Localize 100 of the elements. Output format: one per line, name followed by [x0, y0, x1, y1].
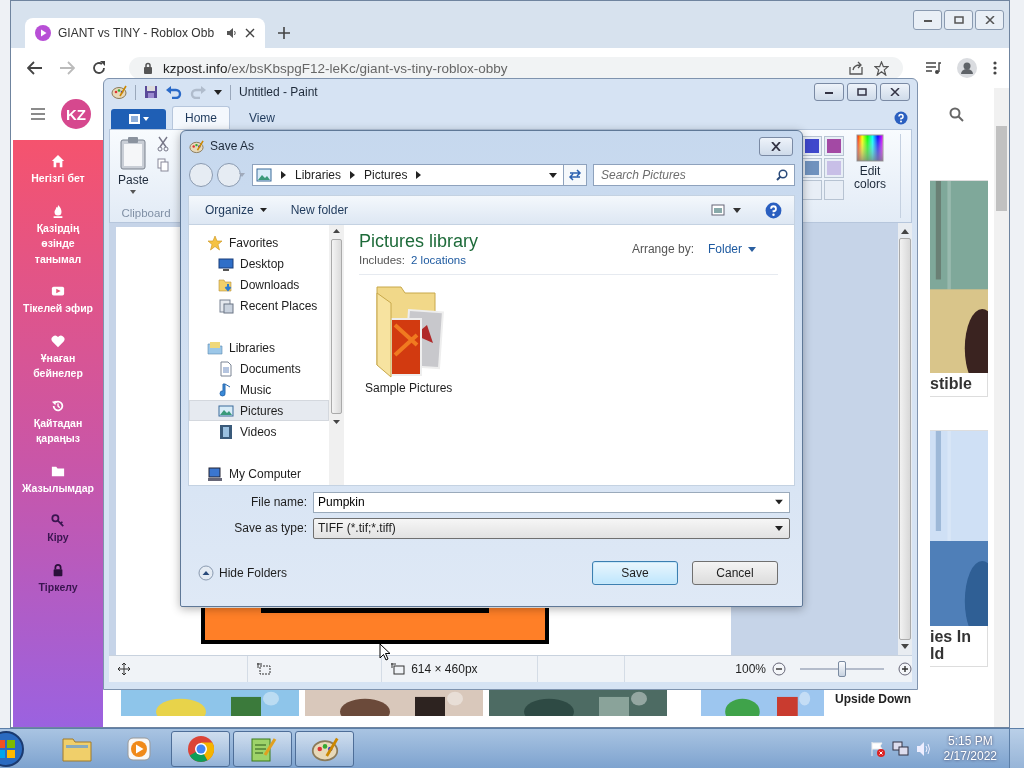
address-field[interactable]: Libraries Pictures	[252, 164, 564, 186]
close-button[interactable]	[975, 10, 1004, 30]
video-title[interactable]: Upside Down	[835, 692, 911, 706]
star-icon[interactable]	[874, 60, 889, 76]
folder-tree-item[interactable]: Documents	[189, 358, 329, 379]
edit-colors-button[interactable]: Edit colors	[850, 134, 890, 191]
folder-tree-item[interactable]: Videos	[189, 421, 329, 442]
action-center-flag-icon[interactable]	[869, 740, 886, 757]
zoom-in-icon[interactable]	[898, 662, 912, 676]
scrollbar[interactable]	[898, 223, 912, 655]
address-bar[interactable]: kzpost.info/ex/bsKbspgF12-leKc/giant-vs-tiny-roblox-obby	[129, 57, 903, 79]
folder-tree-item[interactable]: Recent Places	[189, 295, 329, 316]
tv-icon	[51, 284, 65, 298]
site-logo[interactable]: KZ	[61, 99, 91, 129]
network-icon[interactable]	[891, 740, 910, 757]
save-icon[interactable]	[144, 85, 158, 99]
save-button[interactable]: Save	[592, 561, 678, 585]
folder-tree-item[interactable]: Libraries	[189, 337, 329, 358]
sidebar-link[interactable]: Тікелей эфир	[23, 301, 93, 317]
zoom-level-text: 100%	[735, 662, 766, 676]
locations-link[interactable]: 2 locations	[411, 254, 466, 266]
maximize-button[interactable]	[847, 83, 877, 101]
view-options-icon[interactable]	[711, 204, 743, 216]
scrollbar[interactable]	[329, 225, 344, 485]
color-spectrum-icon	[856, 134, 884, 162]
reload-icon[interactable]	[91, 60, 107, 76]
color-swatch[interactable]	[802, 158, 822, 178]
folder-tree-item[interactable]: Music	[189, 379, 329, 400]
breadcrumb-item[interactable]: Libraries	[295, 168, 342, 182]
zoom-out-icon[interactable]	[772, 662, 786, 676]
minimize-button[interactable]	[814, 83, 844, 101]
folder-tree-item[interactable]: Pictures	[189, 400, 329, 421]
organize-menu-button[interactable]: Organize	[197, 200, 275, 220]
breadcrumb-item[interactable]: Pictures	[364, 168, 408, 182]
search-icon[interactable]	[949, 106, 964, 122]
help-icon[interactable]	[894, 111, 908, 125]
show-desktop-button[interactable]	[1009, 729, 1024, 768]
paint-palette-icon	[111, 84, 127, 100]
maximize-button[interactable]	[944, 10, 973, 30]
browser-tab[interactable]: GIANT vs TINY - Roblox Obb	[25, 18, 265, 48]
file-type-dropdown[interactable]: TIFF (*.tif;*.tiff)	[313, 517, 790, 539]
document-icon	[218, 360, 234, 377]
sidebar-link[interactable]: Кіру	[47, 530, 69, 546]
video-title[interactable]: ies In ld	[930, 626, 987, 666]
color-swatch[interactable]	[824, 180, 844, 200]
folder-tree-item[interactable]: My Computer	[189, 463, 329, 484]
field-label: File name:	[249, 495, 308, 509]
back-icon[interactable]	[27, 60, 43, 76]
scissors-icon[interactable]	[156, 136, 169, 152]
arrow-up-icon[interactable]	[333, 229, 340, 233]
media-queue-icon[interactable]	[925, 61, 941, 75]
close-button[interactable]	[880, 83, 910, 101]
close-icon	[770, 141, 782, 151]
folder-tree-item[interactable]: Favorites	[189, 232, 329, 253]
taskbar-button[interactable]	[233, 730, 292, 767]
share-icon[interactable]	[849, 61, 864, 75]
color-swatch[interactable]	[802, 180, 822, 200]
file-name-field[interactable]: Pumpkin	[313, 491, 790, 513]
refresh-button[interactable]	[563, 164, 587, 186]
menu-icon[interactable]	[993, 61, 997, 75]
profile-avatar-icon[interactable]	[957, 58, 977, 78]
sidebar-link[interactable]: Жазылымдар	[21, 480, 95, 496]
arrange-dropdown[interactable]: Folder	[708, 242, 756, 256]
chevron-right-icon[interactable]	[350, 171, 356, 179]
search-field[interactable]: Search Pictures	[593, 164, 795, 186]
minimize-button[interactable]	[913, 10, 942, 30]
taskbar-button[interactable]	[295, 730, 354, 767]
close-icon[interactable]	[245, 28, 255, 38]
toolbar-button[interactable]: New folder	[282, 200, 357, 220]
sidebar-link[interactable]: Қайтадан қараңыз	[21, 415, 95, 447]
arrow-down-icon[interactable]	[333, 420, 340, 424]
folder-name[interactable]: Sample Pictures	[365, 381, 453, 395]
close-button[interactable]	[759, 136, 793, 156]
arrow-up-icon[interactable]	[901, 229, 909, 234]
undo-icon[interactable]	[166, 85, 182, 99]
selection-icon	[256, 663, 271, 675]
hide-folders-button[interactable]: Hide Folders	[198, 565, 288, 581]
help-icon[interactable]	[765, 201, 782, 219]
sidebar-link[interactable]: Қазірдің өзінде танымал	[21, 220, 95, 267]
sidebar-link[interactable]: Тіркелу	[38, 579, 78, 595]
taskbar-button[interactable]	[171, 730, 230, 767]
maximize-icon	[953, 16, 964, 24]
folder-tree-item[interactable]: Downloads	[189, 274, 329, 295]
color-swatch[interactable]	[824, 136, 844, 156]
scrollbar[interactable]	[994, 88, 1009, 727]
folder-tree-item[interactable]: Desktop	[189, 253, 329, 274]
paste-button[interactable]: Paste	[114, 136, 153, 207]
chevron-right-icon[interactable]	[281, 171, 286, 179]
color-swatch[interactable]	[802, 136, 822, 156]
arrow-down-icon[interactable]	[901, 644, 909, 649]
chevron-right-icon[interactable]	[416, 171, 422, 179]
video-title[interactable]: stible	[930, 373, 987, 396]
sidebar-link[interactable]: Ұнаған бейнелер	[21, 350, 95, 382]
cancel-button[interactable]: Cancel	[692, 561, 778, 585]
ribbon-tab[interactable]: Home	[172, 106, 230, 129]
new-tab-icon[interactable]	[277, 26, 291, 40]
ribbon-tab[interactable]: View	[236, 106, 288, 129]
speaker-icon[interactable]	[226, 27, 238, 39]
color-swatch[interactable]	[824, 158, 844, 178]
application-menu-button[interactable]	[111, 109, 166, 129]
